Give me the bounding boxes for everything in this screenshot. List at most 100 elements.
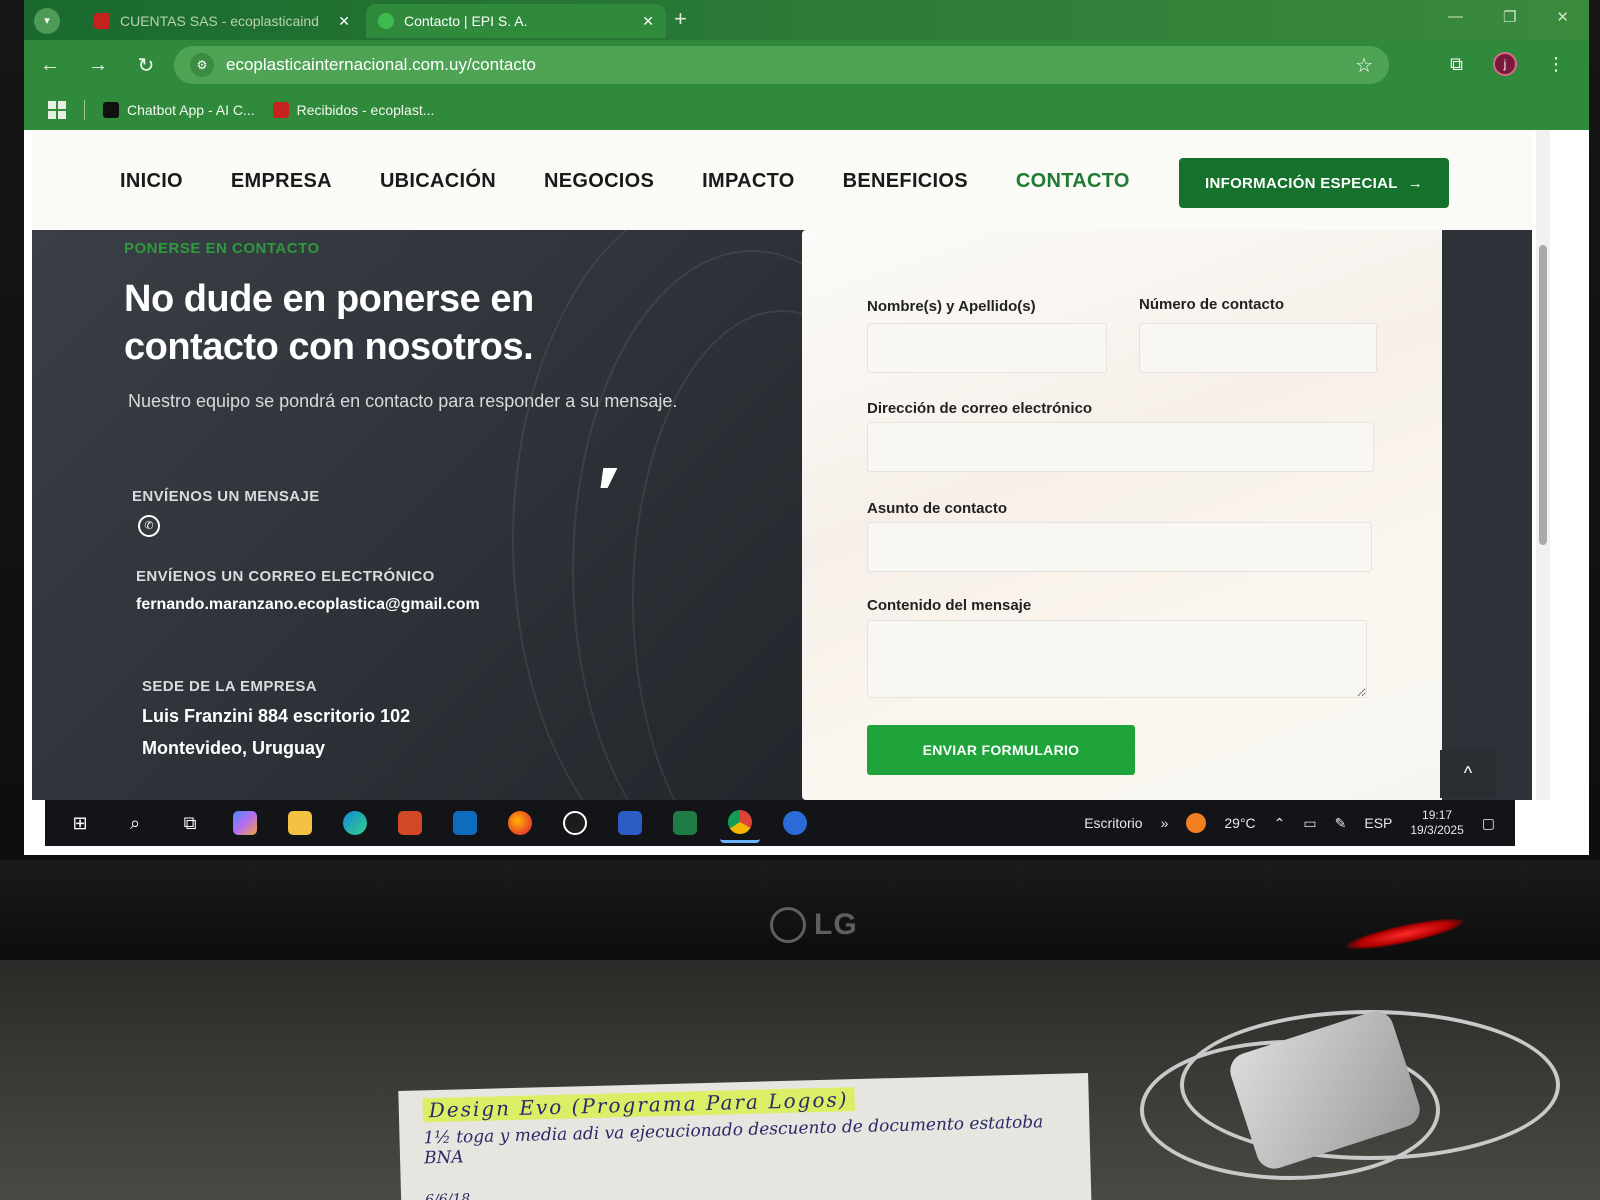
message-textarea[interactable]	[867, 620, 1367, 698]
close-window-icon[interactable]: ✕	[1556, 8, 1569, 26]
firefox-icon[interactable]	[500, 803, 540, 843]
note-line-2: 1½ toga y media adi va ejecucionado desc…	[423, 1112, 1044, 1169]
url-text[interactable]: ecoplasticainternacional.com.uy/contacto	[226, 55, 1355, 75]
email-input[interactable]	[867, 422, 1374, 472]
handwritten-note: Design Evo (Programa Para Logos) 1½ toga…	[398, 1072, 1092, 1200]
file-explorer-icon[interactable]	[280, 803, 320, 843]
extensions-icon[interactable]: ⧉	[1450, 54, 1463, 75]
nav-inicio[interactable]: INICIO	[120, 170, 183, 193]
outlook-app-icon	[453, 811, 477, 835]
bookmark-label: Recibidos - ecoplast...	[296, 102, 435, 118]
reload-icon[interactable]: ↻	[124, 53, 168, 78]
whatsapp-icon[interactable]: ✆	[138, 515, 160, 537]
note-line-3: 6/6/18	[424, 1191, 471, 1200]
copilot-app-icon	[233, 811, 257, 835]
network-icon[interactable]: ▭	[1303, 815, 1316, 832]
decorative-dark-strip	[1442, 230, 1532, 800]
weather-icon[interactable]	[1186, 813, 1207, 833]
tab-close-icon[interactable]: ✕	[642, 13, 654, 30]
chrome-icon[interactable]	[720, 803, 760, 843]
bookmark-recibidos[interactable]: Recibidos - ecoplast...	[272, 102, 435, 118]
windows-taskbar: ⊞ ⌕ ⧉ Escritorio » 29°C ⌃ ▭ ✎ ESP 19:17 …	[45, 800, 1515, 846]
website: INICIO EMPRESA UBICACIÓN NEGOCIOS IMPACT…	[32, 130, 1532, 800]
informacion-especial-button[interactable]: INFORMACIÓN ESPECIAL →	[1179, 158, 1449, 208]
temperature[interactable]: 29°C	[1224, 815, 1255, 831]
language-indicator[interactable]: ESP	[1364, 815, 1392, 831]
bookmark-star-icon[interactable]: ☆	[1355, 53, 1373, 78]
minimize-icon[interactable]: —	[1448, 8, 1463, 26]
mouse-cursor-icon	[600, 468, 618, 488]
email-link[interactable]: fernando.maranzano.ecoplastica@gmail.com	[136, 596, 480, 614]
search-icon[interactable]: ⌕	[115, 803, 155, 843]
tab-close-icon[interactable]: ✕	[338, 13, 350, 30]
browser-tabstrip: ▾ CUENTAS SAS - ecoplasticaind ✕ Contact…	[24, 0, 1589, 40]
folder-icon	[288, 811, 312, 835]
app-icon[interactable]	[775, 803, 815, 843]
tab-contacto[interactable]: Contacto | EPI S. A. ✕	[366, 4, 666, 38]
bookmark-chatbot[interactable]: Chatbot App - AI C...	[103, 102, 255, 118]
nav-empresa[interactable]: EMPRESA	[231, 170, 332, 193]
nav-beneficios[interactable]: BENEFICIOS	[843, 170, 968, 193]
screen: ▾ CUENTAS SAS - ecoplasticaind ✕ Contact…	[24, 0, 1589, 855]
toolbar-right: ⧉ j ⋮	[1450, 52, 1565, 76]
arrow-right-icon: →	[1407, 174, 1423, 192]
new-tab-button[interactable]: +	[674, 6, 687, 32]
profile-avatar[interactable]: j	[1493, 52, 1517, 76]
word-icon[interactable]	[610, 803, 650, 843]
button-label: INFORMACIÓN ESPECIAL	[1205, 174, 1398, 192]
address-line-1: Luis Franzini 884 escritorio 102	[142, 706, 411, 726]
submit-form-button[interactable]: ENVIAR FORMULARIO	[867, 725, 1135, 775]
site-header: INICIO EMPRESA UBICACIÓN NEGOCIOS IMPACT…	[32, 130, 1532, 230]
edge-icon[interactable]	[335, 803, 375, 843]
excel-icon[interactable]	[665, 803, 705, 843]
task-view-icon[interactable]: ⧉	[170, 803, 210, 843]
lg-logo: LG	[770, 905, 870, 945]
powerpoint-icon[interactable]	[390, 803, 430, 843]
excel-app-icon	[673, 811, 697, 835]
clock[interactable]: 19:17 19/3/2025	[1410, 808, 1463, 838]
chrome-app-icon	[728, 809, 752, 834]
address-bar[interactable]: ⚙ ecoplasticainternacional.com.uy/contac…	[174, 46, 1389, 84]
scrollbar-thumb[interactable]	[1539, 245, 1547, 545]
tab-cuentas[interactable]: CUENTAS SAS - ecoplasticaind ✕	[82, 4, 362, 38]
bookmarks-bar: Chatbot App - AI C... Recibidos - ecopla…	[24, 90, 1589, 130]
system-tray: Escritorio » 29°C ⌃ ▭ ✎ ESP 19:17 19/3/2…	[1084, 800, 1495, 846]
bookmark-label: Chatbot App - AI C...	[127, 102, 255, 118]
hq-address: Luis Franzini 884 escritorio 102 Montevi…	[142, 700, 410, 764]
pen-icon[interactable]: ✎	[1335, 815, 1347, 832]
name-input[interactable]	[867, 323, 1107, 373]
apps-grid-icon[interactable]	[48, 101, 66, 119]
nav-impacto[interactable]: IMPACTO	[702, 170, 794, 193]
notifications-icon[interactable]: ▢	[1482, 815, 1495, 832]
email-label: ENVÍENOS UN CORREO ELECTRÓNICO	[136, 568, 435, 585]
phone-input[interactable]	[1139, 323, 1377, 373]
nav-negocios[interactable]: NEGOCIOS	[544, 170, 654, 193]
windows-start-icon[interactable]: ⊞	[60, 803, 100, 843]
snip-app-icon	[563, 811, 587, 835]
site-info-icon[interactable]: ⚙	[190, 53, 214, 77]
chevron-up-icon[interactable]: ⌃	[1274, 815, 1286, 832]
powerpoint-app-icon	[398, 811, 422, 835]
tab-search-icon[interactable]: ▾	[34, 8, 60, 34]
clock-time: 19:17	[1422, 808, 1453, 822]
back-to-top-button[interactable]: ^	[1440, 750, 1496, 798]
page-headline: No dude en ponerse en contacto con nosot…	[124, 278, 534, 368]
back-arrow-icon[interactable]: ←	[28, 54, 72, 77]
escritorio-toolbar[interactable]: Escritorio	[1084, 815, 1142, 831]
subject-input[interactable]	[867, 522, 1372, 572]
outlook-icon[interactable]	[445, 803, 485, 843]
restore-icon[interactable]: ❐	[1503, 8, 1516, 26]
escritorio-chevron-icon[interactable]: »	[1161, 815, 1169, 831]
window-controls: — ❐ ✕	[1448, 8, 1569, 26]
nav-contacto[interactable]: CONTACTO	[1016, 170, 1130, 193]
forward-arrow-icon[interactable]: →	[76, 54, 120, 77]
contact-form: Nombre(s) y Apellido(s) Número de contac…	[802, 230, 1442, 800]
page-scrollbar[interactable]	[1536, 130, 1550, 800]
chatbot-icon	[103, 102, 119, 118]
intro-text: Nuestro equipo se pondrá en contacto par…	[128, 391, 678, 411]
nav-ubicacion[interactable]: UBICACIÓN	[380, 170, 496, 193]
copilot-icon[interactable]	[225, 803, 265, 843]
snipping-tool-icon[interactable]	[555, 803, 595, 843]
menu-kebab-icon[interactable]: ⋮	[1547, 54, 1565, 75]
clock-date: 19/3/2025	[1410, 823, 1464, 837]
